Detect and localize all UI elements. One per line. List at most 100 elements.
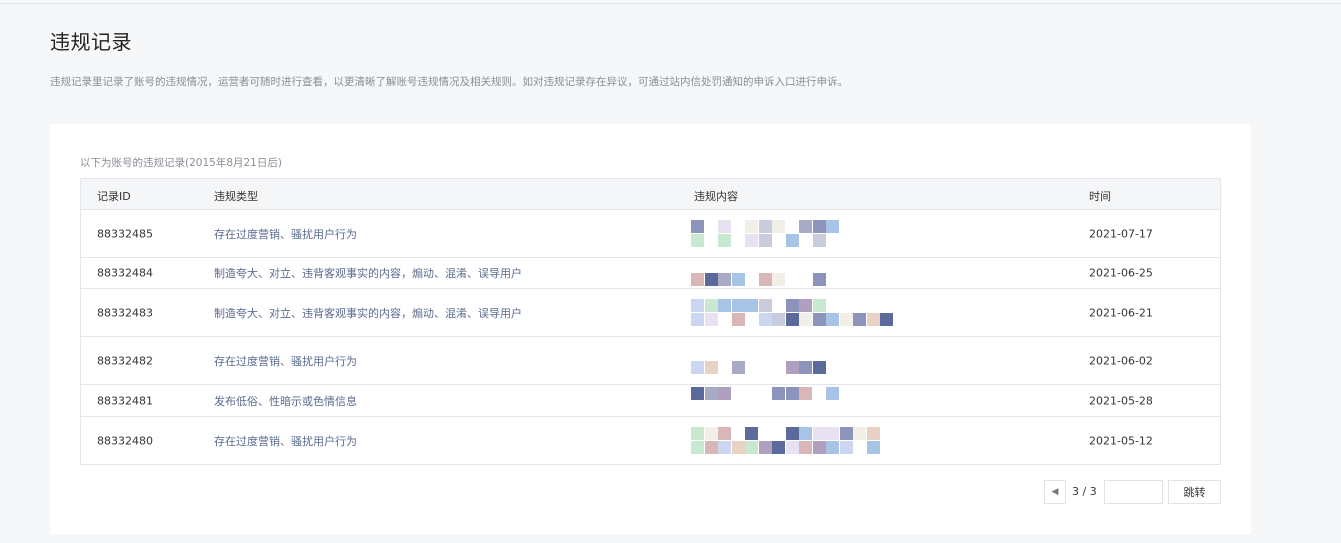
header-record-id: 记录ID	[97, 190, 131, 203]
violation-type[interactable]: 存在过度营销、骚扰用户行为	[214, 353, 357, 369]
mosaic-tile	[826, 386, 839, 400]
redacted-content-mosaic	[691, 421, 911, 461]
mosaic-tile	[718, 426, 731, 440]
mosaic-tile	[839, 426, 853, 440]
mosaic-tile	[812, 426, 826, 440]
mosaic-tile	[691, 312, 704, 326]
record-time: 2021-06-02	[1089, 354, 1153, 367]
mosaic-tile	[704, 426, 718, 440]
violation-table: 记录ID 违规类型 违规内容 时间 88332485 存在过度营销、骚扰用户行为…	[80, 178, 1221, 465]
header-violation-content: 违规内容	[694, 190, 738, 203]
mosaic-tile	[704, 298, 718, 312]
mosaic-tile	[866, 426, 880, 440]
table-row: 88332482 存在过度营销、骚扰用户行为 2021-06-02	[81, 337, 1220, 385]
mosaic-tile	[785, 233, 799, 247]
redacted-content-mosaic	[691, 381, 911, 421]
mosaic-tile	[731, 440, 745, 454]
mosaic-tile	[839, 440, 853, 454]
page-number-input[interactable]	[1104, 480, 1163, 504]
mosaic-tile	[691, 386, 704, 400]
mosaic-tile	[826, 440, 839, 454]
record-id: 88332484	[97, 266, 153, 280]
mosaic-tile	[799, 426, 812, 440]
mosaic-tile	[704, 360, 718, 374]
table-row: 88332485 存在过度营销、骚扰用户行为 2021-07-17	[81, 210, 1220, 258]
mosaic-tile	[839, 312, 853, 326]
mosaic-tile	[799, 312, 812, 326]
mosaic-tile	[691, 360, 704, 374]
mosaic-tile	[785, 426, 799, 440]
mosaic-tile	[826, 312, 839, 326]
record-id: 88332482	[97, 354, 153, 367]
table-header: 记录ID 违规类型 违规内容 时间	[81, 179, 1220, 210]
record-time: 2021-05-12	[1089, 434, 1153, 447]
mosaic-tile	[758, 312, 772, 326]
mosaic-tile	[731, 273, 745, 286]
chevron-left-icon: ◀	[1051, 487, 1059, 497]
mosaic-tile	[772, 219, 785, 233]
mosaic-tile	[745, 219, 758, 233]
mosaic-tile	[826, 426, 839, 440]
jump-button[interactable]: 跳转	[1168, 480, 1221, 504]
mosaic-tile	[691, 233, 704, 247]
violation-type[interactable]: 制造夸大、对立、违背客观事实的内容，煽动、混淆、误导用户	[214, 305, 522, 321]
header-violation-type: 违规类型	[214, 190, 258, 203]
mosaic-tile	[772, 440, 785, 454]
mosaic-tile	[731, 312, 745, 326]
record-id: 88332485	[97, 227, 153, 240]
mosaic-tile	[812, 440, 826, 454]
violation-type[interactable]: 制造夸大、对立、违背客观事实的内容，煽动、混淆、误导用户	[214, 265, 522, 281]
record-id: 88332481	[97, 394, 153, 407]
mosaic-tile	[718, 219, 731, 233]
record-time: 2021-05-28	[1089, 394, 1153, 407]
table-row: 88332480 存在过度营销、骚扰用户行为 2021-05-12	[81, 417, 1220, 464]
mosaic-tile	[826, 219, 839, 233]
violation-type[interactable]: 发布低俗、性暗示或色情信息	[214, 393, 357, 409]
mosaic-tile	[718, 273, 731, 286]
mosaic-tile	[691, 219, 704, 233]
mosaic-tile	[718, 233, 731, 247]
redacted-content-mosaic	[691, 293, 911, 333]
mosaic-tile	[812, 360, 826, 374]
records-caption: 以下为账号的违规记录(2015年8月21日后)	[80, 157, 282, 169]
mosaic-tile	[799, 219, 812, 233]
mosaic-tile	[758, 273, 772, 286]
mosaic-tile	[691, 426, 704, 440]
mosaic-tile	[704, 273, 718, 286]
table-row: 88332484 制造夸大、对立、违背客观事实的内容，煽动、混淆、误导用户 20…	[81, 258, 1220, 289]
table-row: 88332483 制造夸大、对立、违背客观事实的内容，煽动、混淆、误导用户 20…	[81, 289, 1220, 337]
mosaic-tile	[785, 312, 799, 326]
table-row: 88332481 发布低俗、性暗示或色情信息 2021-05-28	[81, 385, 1220, 417]
mosaic-tile	[772, 312, 785, 326]
redacted-content-mosaic	[691, 341, 911, 381]
page-description: 违规记录里记录了账号的违规情况，运营者可随时进行查看，以更清晰了解账号违规情况及…	[50, 76, 848, 88]
mosaic-tile	[785, 440, 799, 454]
mosaic-tile	[745, 298, 758, 312]
mosaic-tile	[812, 233, 826, 247]
mosaic-tile	[745, 233, 758, 247]
mosaic-tile	[853, 312, 866, 326]
mosaic-tile	[718, 298, 731, 312]
mosaic-tile	[785, 360, 799, 374]
prev-page-button[interactable]: ◀	[1044, 480, 1066, 504]
mosaic-tile	[704, 440, 718, 454]
mosaic-tile	[704, 312, 718, 326]
mosaic-tile	[799, 386, 812, 400]
mosaic-tile	[866, 312, 880, 326]
mosaic-tile	[799, 360, 812, 374]
records-card: 以下为账号的违规记录(2015年8月21日后) 记录ID 违规类型 违规内容 时…	[50, 124, 1251, 534]
mosaic-tile	[745, 426, 758, 440]
mosaic-tile	[745, 440, 758, 454]
record-id: 88332480	[97, 434, 153, 447]
mosaic-tile	[799, 298, 812, 312]
mosaic-tile	[758, 440, 772, 454]
redacted-content-mosaic	[691, 214, 911, 254]
mosaic-tile	[731, 360, 745, 374]
top-divider	[0, 0, 1341, 4]
mosaic-tile	[758, 298, 772, 312]
mosaic-tile	[772, 386, 785, 400]
mosaic-tile	[758, 233, 772, 247]
violation-type[interactable]: 存在过度营销、骚扰用户行为	[214, 226, 357, 242]
mosaic-tile	[812, 219, 826, 233]
violation-type[interactable]: 存在过度营销、骚扰用户行为	[214, 433, 357, 449]
